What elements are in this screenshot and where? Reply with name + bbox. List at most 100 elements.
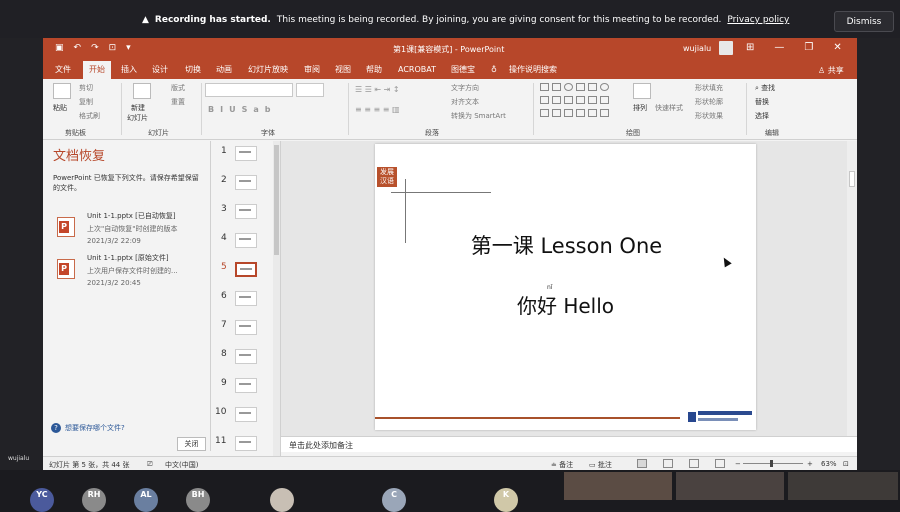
thumbnail-slide-1[interactable]: 1 <box>211 143 281 171</box>
minimize-icon[interactable]: — <box>774 42 784 53</box>
save-icon[interactable]: ▣ <box>55 43 64 53</box>
copy-button[interactable]: 复制 <box>79 97 93 107</box>
recovery-file-original[interactable]: Unit 1-1.pptx [原始文件] 上次用户保存文件时创建的... 202… <box>57 253 207 289</box>
language-status[interactable]: 中文(中国) <box>165 460 198 470</box>
participant-avatar[interactable]: BH <box>186 488 210 512</box>
participant-video[interactable] <box>564 472 672 500</box>
replace-button[interactable]: 替换 <box>755 97 769 107</box>
tab-tudebao[interactable]: 图德宝 <box>451 61 475 79</box>
slide-title[interactable]: 第一课 Lesson One <box>375 230 756 260</box>
text-direction-button[interactable]: 文字方向 <box>451 83 479 93</box>
scrollbar-thumb[interactable] <box>849 171 855 187</box>
tab-file[interactable]: 文件 <box>55 61 71 79</box>
tab-slideshow[interactable]: 幻灯片放映 <box>248 61 288 79</box>
align-buttons[interactable]: ≡ ≡ ≡ ≡ ▥ <box>355 105 400 114</box>
smartart-button[interactable]: 转换为 SmartArt <box>451 111 506 121</box>
tab-insert[interactable]: 插入 <box>121 61 137 79</box>
font-size-input[interactable] <box>296 83 324 97</box>
tab-review[interactable]: 审阅 <box>304 61 320 79</box>
notes-toggle[interactable]: ≐ 备注 <box>551 460 573 470</box>
tab-animations[interactable]: 动画 <box>216 61 232 79</box>
thumbnail-slide-9[interactable]: 9 <box>211 375 281 403</box>
avatar[interactable] <box>719 41 733 55</box>
participant-video[interactable] <box>788 472 898 500</box>
paste-icon[interactable] <box>53 83 71 99</box>
editor-vertical-scrollbar[interactable] <box>847 141 857 436</box>
fit-slide-icon[interactable]: ⊡ <box>843 460 849 468</box>
slideshow-view-button[interactable] <box>715 459 725 468</box>
scrollbar-thumb[interactable] <box>274 145 279 255</box>
privacy-policy-link[interactable]: Privacy policy <box>727 15 789 25</box>
zoom-level[interactable]: 63% <box>821 460 837 468</box>
participant-avatar[interactable] <box>270 488 294 512</box>
recovery-close-button[interactable]: 关闭 <box>177 437 206 451</box>
tell-me-search[interactable]: 操作说明搜索 <box>509 61 557 79</box>
zoom-out-icon[interactable]: − <box>735 460 741 468</box>
thumbnail-slide-6[interactable]: 6 <box>211 288 281 316</box>
thumbnails-scrollbar[interactable] <box>273 141 280 460</box>
new-slide-button-line2[interactable]: 幻灯片 <box>127 113 148 123</box>
participant-avatar[interactable]: C <box>382 488 406 512</box>
comments-toggle[interactable]: ▭ 批注 <box>589 460 612 470</box>
tab-design[interactable]: 设计 <box>152 61 168 79</box>
thumbnail-slide-2[interactable]: 2 <box>211 172 281 200</box>
recovery-file-autorecovered[interactable]: Unit 1-1.pptx [已自动恢复] 上次"自动恢复"时创建的版本 202… <box>57 211 207 247</box>
participant-avatar[interactable]: AL <box>134 488 158 512</box>
restore-icon[interactable]: ❐ <box>804 42 813 53</box>
reset-button[interactable]: 重置 <box>171 97 185 107</box>
thumbnail-slide-8[interactable]: 8 <box>211 346 281 374</box>
start-slideshow-icon[interactable]: ⊡ <box>109 43 117 53</box>
ribbon-display-icon[interactable]: ⊞ <box>746 42 754 53</box>
font-name-input[interactable] <box>205 83 293 97</box>
participant-video[interactable] <box>676 472 784 500</box>
normal-view-button[interactable] <box>637 459 647 468</box>
thumbnail-slide-5[interactable]: 5 <box>211 259 281 287</box>
arrange-icon[interactable] <box>633 83 651 99</box>
find-button[interactable]: ⌕ 查找 <box>755 83 775 93</box>
slide-sorter-view-button[interactable] <box>663 459 673 468</box>
list-buttons[interactable]: ☰ ☰ ⇤ ⇥ ↕ <box>355 85 400 94</box>
thumbnail-slide-3[interactable]: 3 <box>211 201 281 229</box>
tab-acrobat[interactable]: ACROBAT <box>398 61 436 79</box>
arrange-button[interactable]: 排列 <box>633 103 647 113</box>
account-name[interactable]: wujialu <box>683 44 711 53</box>
tab-help[interactable]: 帮助 <box>366 61 382 79</box>
participant-avatar[interactable]: YC <box>30 488 54 512</box>
new-slide-button[interactable]: 新建 <box>131 103 145 113</box>
spellcheck-icon[interactable]: ⎚ <box>147 460 153 469</box>
shape-outline-button[interactable]: 形状轮廓 <box>695 97 723 107</box>
tab-home[interactable]: 开始 <box>83 61 111 79</box>
tab-transitions[interactable]: 切换 <box>185 61 201 79</box>
undo-icon[interactable]: ↶ <box>74 43 82 53</box>
thumbnail-slide-7[interactable]: 7 <box>211 317 281 345</box>
select-button[interactable]: 选择 <box>755 111 769 121</box>
thumbnail-slide-4[interactable]: 4 <box>211 230 281 258</box>
redo-icon[interactable]: ↷ <box>91 43 99 53</box>
participant-avatar[interactable]: K <box>494 488 518 512</box>
participant-avatar[interactable]: RH <box>82 488 106 512</box>
shapes-gallery[interactable] <box>540 83 620 123</box>
close-icon[interactable]: ✕ <box>833 42 841 53</box>
layout-button[interactable]: 版式 <box>171 83 185 93</box>
slide-subtitle[interactable]: 你好 Hello <box>375 290 756 319</box>
font-format-buttons[interactable]: BIUSab <box>208 105 276 114</box>
dismiss-button[interactable]: Dismiss <box>834 11 894 32</box>
zoom-slider[interactable] <box>743 460 803 467</box>
customize-qat-icon[interactable]: ▾ <box>126 43 131 53</box>
shape-effects-button[interactable]: 形状效果 <box>695 111 723 121</box>
format-painter-button[interactable]: 格式刷 <box>79 111 100 121</box>
new-slide-icon[interactable] <box>133 83 151 99</box>
tab-view[interactable]: 视图 <box>335 61 351 79</box>
align-text-button[interactable]: 对齐文本 <box>451 97 479 107</box>
zoom-in-icon[interactable]: + <box>807 460 813 468</box>
shape-fill-button[interactable]: 形状填充 <box>695 83 723 93</box>
share-button[interactable]: ♙ 共享 <box>818 65 844 76</box>
paste-button[interactable]: 粘贴 <box>53 103 67 113</box>
quick-styles-button[interactable]: 快速样式 <box>655 103 683 113</box>
current-slide[interactable]: 发展汉语 第一课 Lesson One nǐ 你好 Hello <box>375 144 756 430</box>
thumbnail-slide-10[interactable]: 10 <box>211 404 281 432</box>
zoom-slider-thumb[interactable] <box>770 460 773 467</box>
reading-view-button[interactable] <box>689 459 699 468</box>
notes-pane[interactable]: 单击此处添加备注 <box>281 436 857 452</box>
cut-button[interactable]: 剪切 <box>79 83 93 93</box>
